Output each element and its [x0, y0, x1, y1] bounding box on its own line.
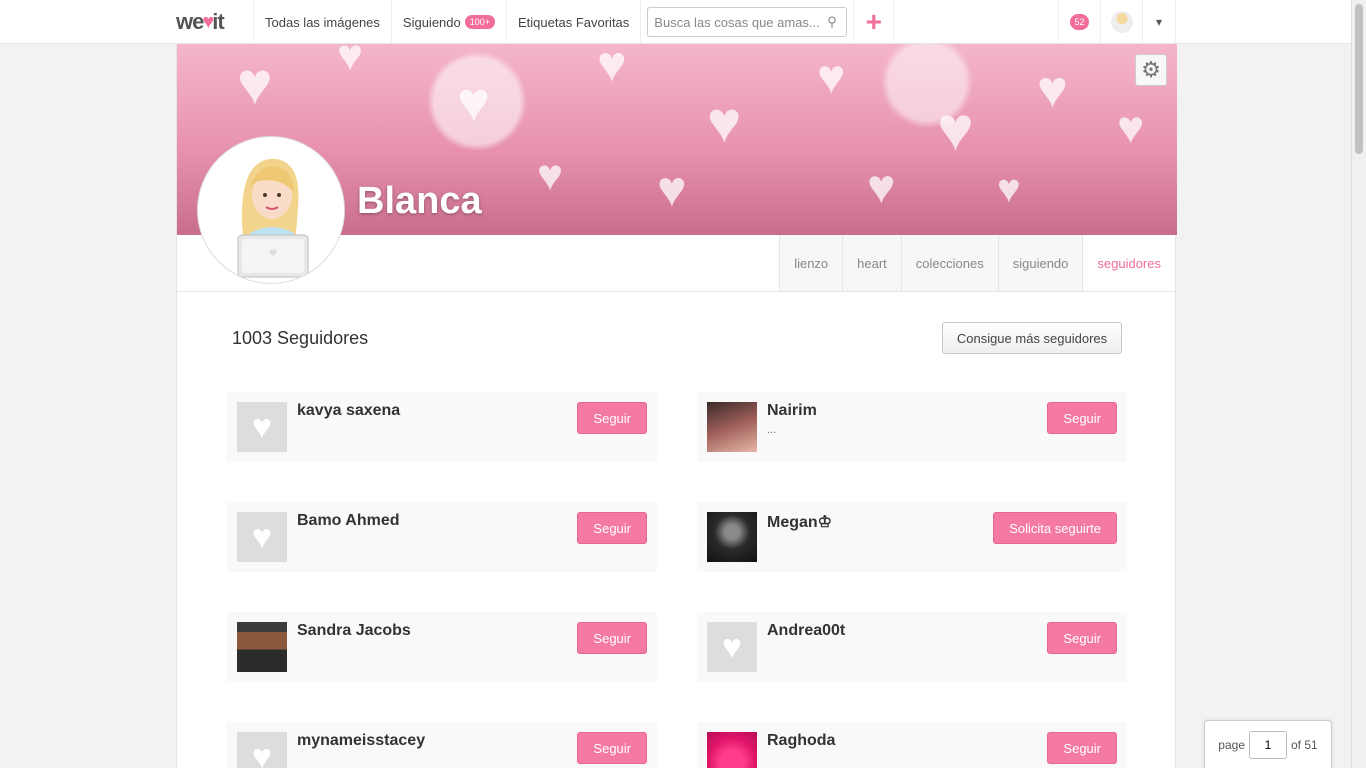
heart-placeholder-icon: ♥ [251, 408, 273, 446]
follow-button[interactable]: Seguir [577, 622, 647, 654]
cover-heart-decoration: ♥ [817, 51, 846, 104]
top-nav-bar: we ♥ it Todas las imágenes Siguiendo 100+ E… [0, 0, 1366, 44]
user-menu-dropdown[interactable]: ▾ [1142, 0, 1176, 44]
pagination: page of 51 [1204, 720, 1332, 768]
cover-heart-decoration: ♥ [1117, 101, 1145, 153]
profile-tabs: lienzo heart colecciones siguiendo segui… [779, 235, 1175, 291]
follower-name[interactable]: Andrea00t [767, 622, 845, 640]
followers-count: 1003 Seguidores [232, 328, 369, 348]
notifications-badge: 52 [1070, 14, 1089, 30]
heart-placeholder-icon: ♥ [721, 628, 743, 666]
cover-heart-decoration: ♥ [337, 44, 364, 80]
follower-name[interactable]: kavya saxena [297, 402, 400, 420]
follower-avatar[interactable] [707, 402, 757, 452]
cover-heart-decoration: ♥ [937, 95, 974, 164]
pager-label: page [1218, 738, 1245, 752]
follower-avatar[interactable] [707, 512, 757, 562]
cover-heart-decoration: ♥ [707, 90, 742, 155]
follower-item: ♥ Bamo Ahmed Seguir [227, 502, 657, 572]
follower-bio: ... [767, 424, 777, 436]
follow-button[interactable]: Seguir [1047, 622, 1117, 654]
logo-text-right: it [212, 9, 224, 34]
settings-gear-button[interactable]: ⚙ [1135, 54, 1167, 86]
follower-item: Sandra Jacobs Seguir [227, 612, 657, 682]
cover-heart-decoration: ♥ [537, 151, 564, 200]
follow-button[interactable]: Seguir [577, 402, 647, 434]
scrollbar-thumb[interactable] [1355, 4, 1363, 154]
chevron-down-icon: ▾ [1155, 15, 1163, 29]
nav-favorite-tags[interactable]: Etiquetas Favoritas [507, 0, 642, 44]
cover-heart-decoration: ♥ [1037, 61, 1068, 119]
logo-text-left: we [176, 9, 204, 34]
nav-all-images[interactable]: Todas las imágenes [254, 0, 392, 44]
profile-card: ♥ ♥ ♥ ♥ ♥ ♥ ♥ ♥ ♥ ♥ ♥ ♥ ♥ ⚙ Blanca lienz… [176, 44, 1177, 768]
follower-name[interactable]: Raghoda [767, 732, 835, 750]
request-follow-button[interactable]: Solicita seguirte [993, 512, 1117, 544]
profile-username: Blanca [357, 180, 482, 222]
nav-all-images-label: Todas las imágenes [265, 14, 380, 30]
follower-name[interactable]: Sandra Jacobs [297, 622, 411, 640]
follower-name[interactable]: Megan♔ [767, 512, 832, 532]
plus-icon: + [865, 6, 882, 37]
weheartit-logo[interactable]: we ♥ it [176, 0, 254, 44]
avatar-illustration [237, 158, 309, 278]
nav-favorite-tags-label: Etiquetas Favoritas [518, 14, 630, 30]
follower-name[interactable]: mynameisstacey [297, 732, 425, 750]
nav-following[interactable]: Siguiendo 100+ [392, 0, 508, 44]
cover-heart-decoration: ♥ [997, 167, 1021, 211]
follower-item: ♥ Andrea00t Seguir [697, 612, 1127, 682]
follower-avatar[interactable]: ♥ [237, 402, 287, 452]
tab-seguidores[interactable]: seguidores [1082, 235, 1175, 291]
tabs-divider [177, 291, 1177, 292]
follow-button[interactable]: Seguir [1047, 402, 1117, 434]
follow-button[interactable]: Seguir [1047, 732, 1117, 764]
search-input[interactable] [647, 7, 848, 37]
tab-colecciones[interactable]: colecciones [900, 235, 998, 291]
follower-avatar[interactable] [707, 732, 757, 768]
follower-avatar[interactable] [237, 622, 287, 672]
follower-avatar[interactable]: ♥ [237, 512, 287, 562]
follower-avatar[interactable]: ♥ [707, 622, 757, 672]
cover-heart-decoration: ♥ [457, 70, 491, 133]
profile-avatar[interactable] [197, 136, 345, 284]
pager-total: of 51 [1291, 738, 1318, 752]
cover-heart-decoration: ♥ [597, 44, 627, 92]
user-menu-avatar[interactable] [1100, 0, 1142, 44]
heart-placeholder-icon: ♥ [251, 518, 273, 556]
follower-name[interactable]: Nairim [767, 402, 817, 420]
nav-following-label: Siguiendo [402, 14, 461, 30]
follow-button[interactable]: Seguir [577, 732, 647, 764]
cover-heart-decoration: ♥ [657, 161, 687, 217]
page-number-input[interactable] [1249, 731, 1287, 759]
tab-lienzo[interactable]: lienzo [779, 235, 843, 291]
follower-item: Megan♔ Solicita seguirte [697, 502, 1127, 572]
follower-name[interactable]: Bamo Ahmed [297, 512, 400, 530]
tab-heart[interactable]: heart [842, 235, 901, 291]
vertical-scrollbar[interactable] [1351, 0, 1366, 768]
cover-heart-decoration: ♥ [237, 50, 273, 117]
gear-icon: ⚙ [1141, 57, 1161, 82]
follower-item: Raghoda Seguir [697, 722, 1127, 768]
cover-heart-decoration: ♥ [867, 161, 896, 214]
tab-siguiendo[interactable]: siguiendo [997, 235, 1083, 291]
following-count-badge: 100+ [464, 15, 496, 29]
get-more-followers-button[interactable]: Consigue más seguidores [942, 322, 1122, 354]
follower-item: ♥ mynameisstacey Seguir [227, 722, 657, 768]
add-image-button[interactable]: + [854, 0, 895, 44]
follow-button[interactable]: Seguir [577, 512, 647, 544]
follower-item: Nairim ... Seguir [697, 392, 1127, 462]
follower-item: ♥ kavya saxena Seguir [227, 392, 657, 462]
heart-placeholder-icon: ♥ [251, 738, 273, 768]
notifications-button[interactable]: 52 [1058, 0, 1100, 44]
follower-avatar[interactable]: ♥ [237, 732, 287, 768]
avatar-icon [1110, 11, 1133, 33]
search-container: ⚲ [641, 0, 855, 44]
